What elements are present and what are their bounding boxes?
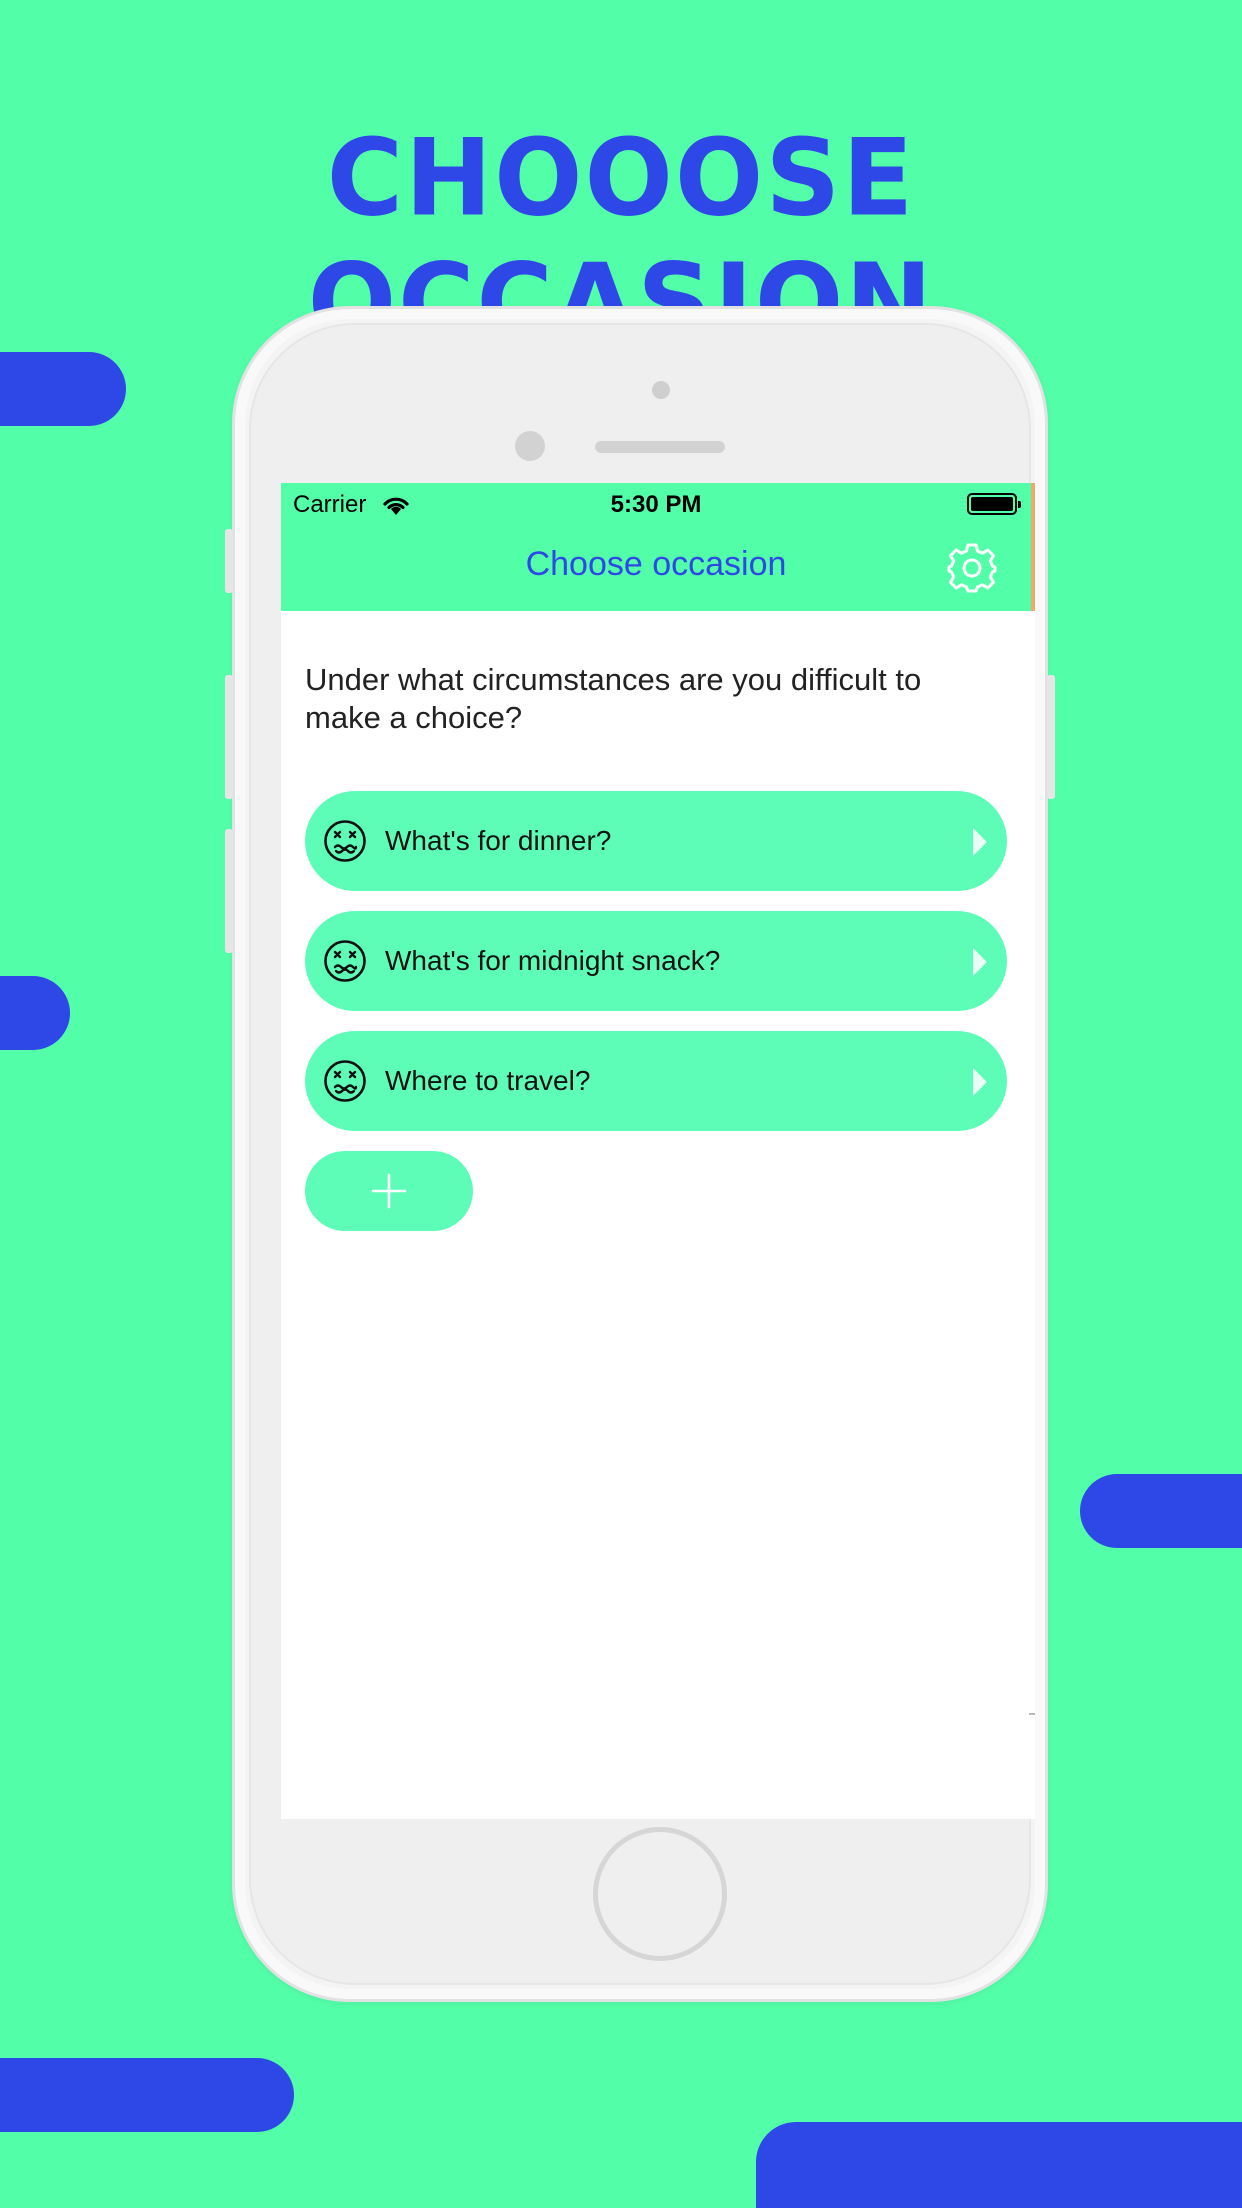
battery-icon	[967, 493, 1021, 515]
decor-pill	[0, 352, 126, 426]
gear-icon[interactable]	[945, 541, 999, 595]
sensor-dot	[652, 381, 670, 399]
occasion-item-midnight-snack[interactable]: What's for midnight snack?	[305, 911, 1007, 1011]
plus-icon	[371, 1173, 407, 1209]
occasion-label: Where to travel?	[385, 1065, 591, 1096]
question-text: Under what circumstances are you difficu…	[305, 662, 922, 735]
decor-pill	[0, 2058, 294, 2132]
app-screen: Carrier 5:30 PM Choose occasion Under wh…	[281, 483, 1035, 1819]
power-button	[1047, 675, 1055, 799]
home-button[interactable]	[593, 1827, 727, 1961]
earpiece-speaker	[595, 441, 725, 453]
dizzy-face-icon	[324, 820, 366, 862]
occasion-item-travel[interactable]: Where to travel?	[305, 1031, 1007, 1131]
navigation-bar: Carrier 5:30 PM Choose occasion	[281, 483, 1035, 611]
volume-up-button	[225, 675, 233, 799]
occasion-list: What's for dinner? What's for midnight s…	[305, 791, 1007, 1151]
decor-pill	[0, 976, 70, 1050]
decor-pill	[1080, 1474, 1242, 1548]
occasion-item-dinner[interactable]: What's for dinner?	[305, 791, 1007, 891]
chevron-right-icon	[973, 828, 987, 856]
phone-frame: Carrier 5:30 PM Choose occasion Under wh…	[225, 306, 1055, 2002]
chevron-right-icon	[973, 1068, 987, 1096]
status-bar: Carrier 5:30 PM	[281, 483, 1031, 527]
front-camera	[515, 431, 545, 461]
dizzy-face-icon	[324, 1060, 366, 1102]
app-store-screenshot: CHOOOSE OCCASION Carrier 5:30 PM Choose …	[0, 0, 1242, 2208]
volume-down-button	[225, 829, 233, 953]
dizzy-face-icon	[324, 940, 366, 982]
chevron-right-icon	[973, 948, 987, 976]
status-time: 5:30 PM	[610, 491, 702, 518]
page-title: Choose occasion	[525, 545, 787, 583]
occasion-label: What's for dinner?	[385, 825, 612, 856]
add-occasion-button[interactable]	[305, 1151, 473, 1231]
decor-pill	[756, 2122, 1242, 2208]
phone-bezel: Carrier 5:30 PM Choose occasion Under wh…	[249, 323, 1035, 1985]
scroll-indicator	[1029, 1713, 1035, 1715]
occasion-label: What's for midnight snack?	[385, 945, 721, 976]
mute-switch	[225, 529, 233, 593]
